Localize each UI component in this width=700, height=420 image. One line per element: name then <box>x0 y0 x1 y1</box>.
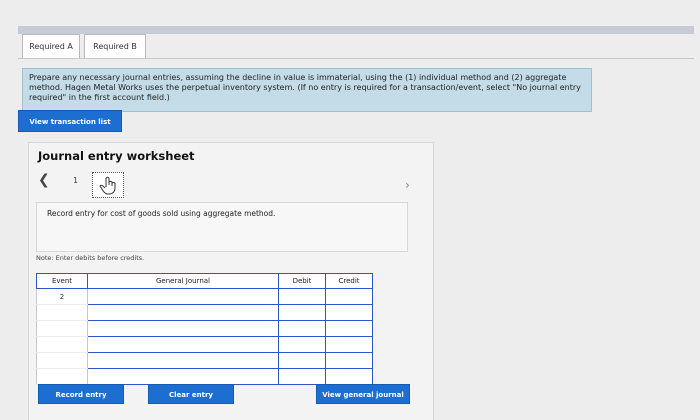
entry-2-selector[interactable] <box>92 172 124 198</box>
debit-input[interactable] <box>278 336 326 353</box>
credit-input[interactable] <box>325 288 373 305</box>
debit-input[interactable] <box>278 304 326 321</box>
column-header-general-journal: General Journal <box>87 273 279 289</box>
view-transaction-list-button[interactable]: View transaction list <box>18 110 122 132</box>
account-input[interactable] <box>87 368 279 385</box>
tab-required-a[interactable]: Required A <box>22 34 80 59</box>
account-input[interactable] <box>87 336 279 353</box>
event-cell <box>36 320 88 337</box>
instruction-text: Prepare any necessary journal entries, a… <box>22 68 592 112</box>
account-input[interactable] <box>87 320 279 337</box>
page-number[interactable]: 1 <box>73 176 78 185</box>
table-row <box>36 336 373 353</box>
debit-input[interactable] <box>278 288 326 305</box>
table-row <box>36 304 373 321</box>
journal-table: Event General Journal Debit Credit 2 <box>36 273 373 385</box>
credit-input[interactable] <box>325 304 373 321</box>
event-cell <box>36 352 88 369</box>
tab-panel-divider <box>18 58 694 59</box>
top-progress-bar <box>18 26 694 34</box>
debit-input[interactable] <box>278 368 326 385</box>
account-input[interactable] <box>87 304 279 321</box>
chevron-right-icon[interactable]: › <box>405 178 410 192</box>
table-row <box>36 320 373 337</box>
worksheet-title: Journal entry worksheet <box>38 149 195 163</box>
credit-input[interactable] <box>325 368 373 385</box>
table-row: 2 <box>36 288 373 305</box>
tab-required-b[interactable]: Required B <box>84 34 146 59</box>
chevron-left-icon[interactable]: ❮ <box>38 172 50 188</box>
column-header-event: Event <box>36 273 88 289</box>
credit-input[interactable] <box>325 352 373 369</box>
account-input[interactable] <box>87 352 279 369</box>
event-cell <box>36 336 88 353</box>
table-row <box>36 352 373 369</box>
table-row <box>36 368 373 385</box>
debits-note: Note: Enter debits before credits. <box>36 254 145 262</box>
debit-input[interactable] <box>278 320 326 337</box>
credit-input[interactable] <box>325 320 373 337</box>
event-cell <box>36 304 88 321</box>
record-entry-button[interactable]: Record entry <box>38 384 124 404</box>
hand-pointer-icon <box>99 176 116 195</box>
debit-input[interactable] <box>278 352 326 369</box>
column-header-debit: Debit <box>278 273 326 289</box>
entry-description: Record entry for cost of goods sold usin… <box>36 202 408 252</box>
account-input[interactable] <box>87 288 279 305</box>
column-header-credit: Credit <box>325 273 373 289</box>
clear-entry-button[interactable]: Clear entry <box>148 384 234 404</box>
event-cell <box>36 368 88 385</box>
event-cell: 2 <box>36 288 88 305</box>
view-general-journal-button[interactable]: View general journal <box>316 384 410 404</box>
credit-input[interactable] <box>325 336 373 353</box>
